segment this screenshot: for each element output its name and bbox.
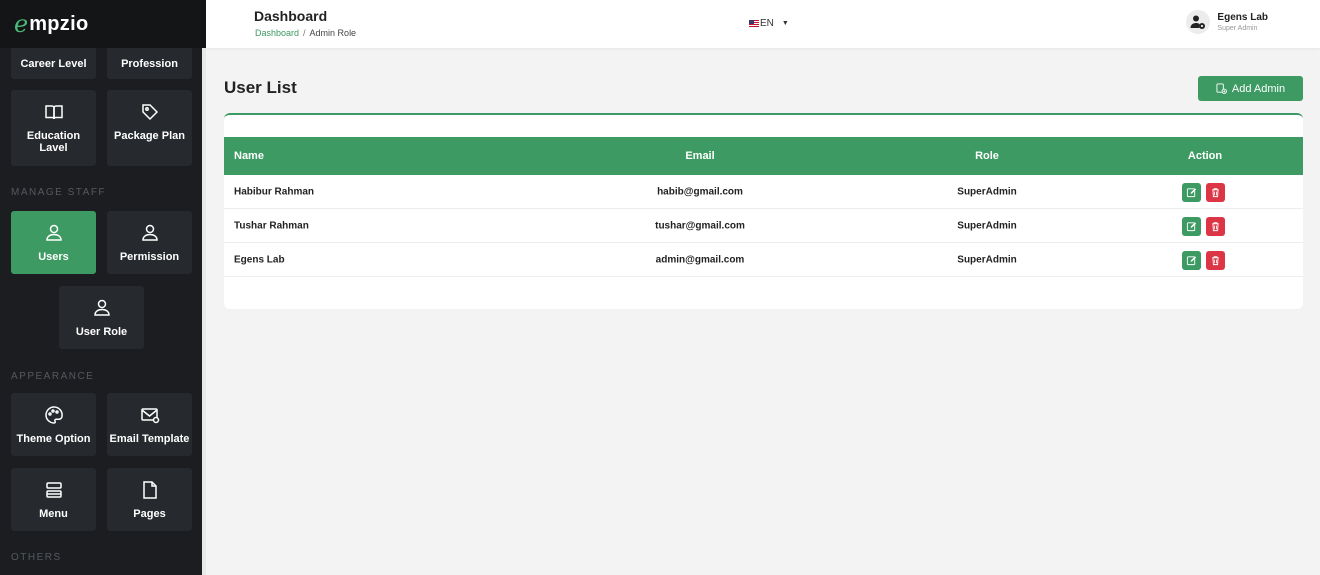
mail-icon bbox=[140, 405, 160, 425]
edit-button[interactable] bbox=[1182, 217, 1201, 236]
add-admin-label: Add Admin bbox=[1231, 82, 1286, 95]
edit-button[interactable] bbox=[1182, 251, 1201, 270]
breadcrumb: Dashboard / Admin Role bbox=[255, 28, 356, 38]
breadcrumb-home-link[interactable]: Dashboard bbox=[255, 28, 299, 38]
trash-icon bbox=[1212, 222, 1219, 232]
delete-button[interactable] bbox=[1206, 251, 1225, 270]
sidebar-item-label: Theme Option bbox=[16, 432, 91, 445]
logo-mark: e bbox=[14, 10, 29, 38]
sidebar-scrollbar[interactable] bbox=[202, 48, 206, 575]
sidebar-item-education-level[interactable]: Education Lavel bbox=[11, 90, 96, 166]
page-icon bbox=[140, 480, 160, 500]
cell-name: Egens Lab bbox=[234, 254, 285, 265]
cell-email: habib@gmail.com bbox=[657, 186, 743, 197]
sidebar-item-label: Profession bbox=[121, 57, 178, 70]
section-label-manage-staff: MANAGE STAFF bbox=[11, 187, 107, 198]
sidebar: e mpzio Career Level Profession Educatio… bbox=[0, 0, 206, 575]
cell-role: SuperAdmin bbox=[957, 220, 1017, 231]
page-title: User List bbox=[224, 78, 297, 97]
caret-down-icon: ▼ bbox=[781, 20, 789, 27]
edit-icon bbox=[1186, 188, 1197, 198]
sidebar-item-theme-option[interactable]: Theme Option bbox=[11, 393, 96, 456]
sidebar-item-user-role[interactable]: User Role bbox=[59, 286, 144, 349]
sidebar-item-label: User Role bbox=[75, 325, 128, 338]
sidebar-item-pages[interactable]: Pages bbox=[107, 468, 192, 531]
cell-email: tushar@gmail.com bbox=[655, 220, 745, 231]
sidebar-item-label: Career Level bbox=[20, 57, 87, 70]
cell-name: Tushar Rahman bbox=[234, 220, 309, 231]
user-role: Super Admin bbox=[1217, 24, 1258, 32]
table-row: Tushar Rahman tushar@gmail.com SuperAdmi… bbox=[224, 209, 1303, 243]
cell-email: admin@gmail.com bbox=[655, 254, 745, 265]
book-icon bbox=[44, 102, 64, 122]
sidebar-item-label: Pages bbox=[133, 507, 166, 520]
edit-icon bbox=[1186, 256, 1197, 266]
table-row: Egens Lab admin@gmail.com SuperAdmin bbox=[224, 243, 1303, 277]
language-selector[interactable]: EN ▼ bbox=[749, 18, 789, 29]
column-header-name[interactable]: Name bbox=[234, 150, 264, 162]
delete-button[interactable] bbox=[1206, 183, 1225, 202]
row-actions bbox=[1182, 251, 1225, 270]
edit-icon bbox=[1186, 222, 1197, 232]
sidebar-item-label: Package Plan bbox=[114, 130, 185, 142]
column-header-role[interactable]: Role bbox=[975, 150, 999, 162]
breadcrumb-current: Admin Role bbox=[309, 28, 357, 38]
user-menu[interactable]: Egens Lab Super Admin bbox=[1186, 10, 1268, 34]
topbar: Dashboard Dashboard / Admin Role EN ▼ Egen… bbox=[206, 0, 1320, 48]
logo-text: mpzio bbox=[29, 12, 89, 35]
user-icon bbox=[92, 298, 112, 318]
sidebar-item-permission[interactable]: Permission bbox=[107, 211, 192, 274]
column-header-action: Action bbox=[1187, 150, 1223, 162]
column-header-email[interactable]: Email bbox=[685, 150, 714, 162]
breadcrumb-separator: / bbox=[303, 28, 306, 38]
user-info: Egens Lab Super Admin bbox=[1217, 12, 1268, 33]
sidebar-item-email-template[interactable]: Email Template bbox=[107, 393, 192, 456]
cell-name: Habibur Rahman bbox=[234, 186, 315, 197]
delete-button[interactable] bbox=[1206, 217, 1225, 236]
user-icon bbox=[44, 223, 64, 243]
sidebar-item-label: Education Lavel bbox=[26, 130, 81, 154]
table-row: Habibur Rahman habib@gmail.com SuperAdmi… bbox=[224, 175, 1303, 209]
language-label: EN bbox=[760, 18, 774, 29]
sidebar-item-label: Email Template bbox=[109, 432, 190, 445]
sidebar-item-label: Users bbox=[38, 250, 69, 263]
edit-button[interactable] bbox=[1182, 183, 1201, 202]
cell-role: SuperAdmin bbox=[957, 254, 1017, 265]
trash-icon bbox=[1212, 188, 1219, 198]
palette-icon bbox=[44, 405, 64, 425]
section-label-others: OTHERS bbox=[11, 552, 62, 563]
sidebar-item-label: Menu bbox=[39, 507, 68, 520]
sidebar-item-label: Permission bbox=[119, 250, 180, 263]
sidebar-item-users[interactable]: Users bbox=[11, 211, 96, 274]
row-actions bbox=[1182, 183, 1225, 202]
user-gear-icon bbox=[1186, 10, 1211, 34]
user-list-card: Name Email Role Action Habibur Rahman ha… bbox=[224, 113, 1303, 309]
sidebar-item-package-plan[interactable]: Package Plan bbox=[107, 90, 192, 166]
tag-icon bbox=[140, 102, 160, 122]
user-name: Egens Lab bbox=[1217, 11, 1268, 23]
add-admin-button[interactable]: Add Admin bbox=[1198, 76, 1303, 101]
add-user-icon bbox=[1216, 83, 1227, 94]
section-label-appearance: APPEARANCE bbox=[11, 371, 95, 382]
page-header-title: Dashboard bbox=[254, 8, 328, 24]
table-header: Name Email Role Action bbox=[224, 137, 1303, 175]
sidebar-item-career-level[interactable]: Career Level bbox=[11, 48, 96, 79]
row-actions bbox=[1182, 217, 1225, 236]
sidebar-item-profession[interactable]: Profession bbox=[107, 48, 192, 79]
brand-logo[interactable]: e mpzio bbox=[0, 0, 206, 48]
menu-icon bbox=[44, 480, 64, 500]
sidebar-item-menu[interactable]: Menu bbox=[11, 468, 96, 531]
us-flag-icon bbox=[749, 20, 759, 27]
trash-icon bbox=[1212, 256, 1219, 266]
cell-role: SuperAdmin bbox=[957, 186, 1017, 197]
user-icon bbox=[140, 223, 160, 243]
